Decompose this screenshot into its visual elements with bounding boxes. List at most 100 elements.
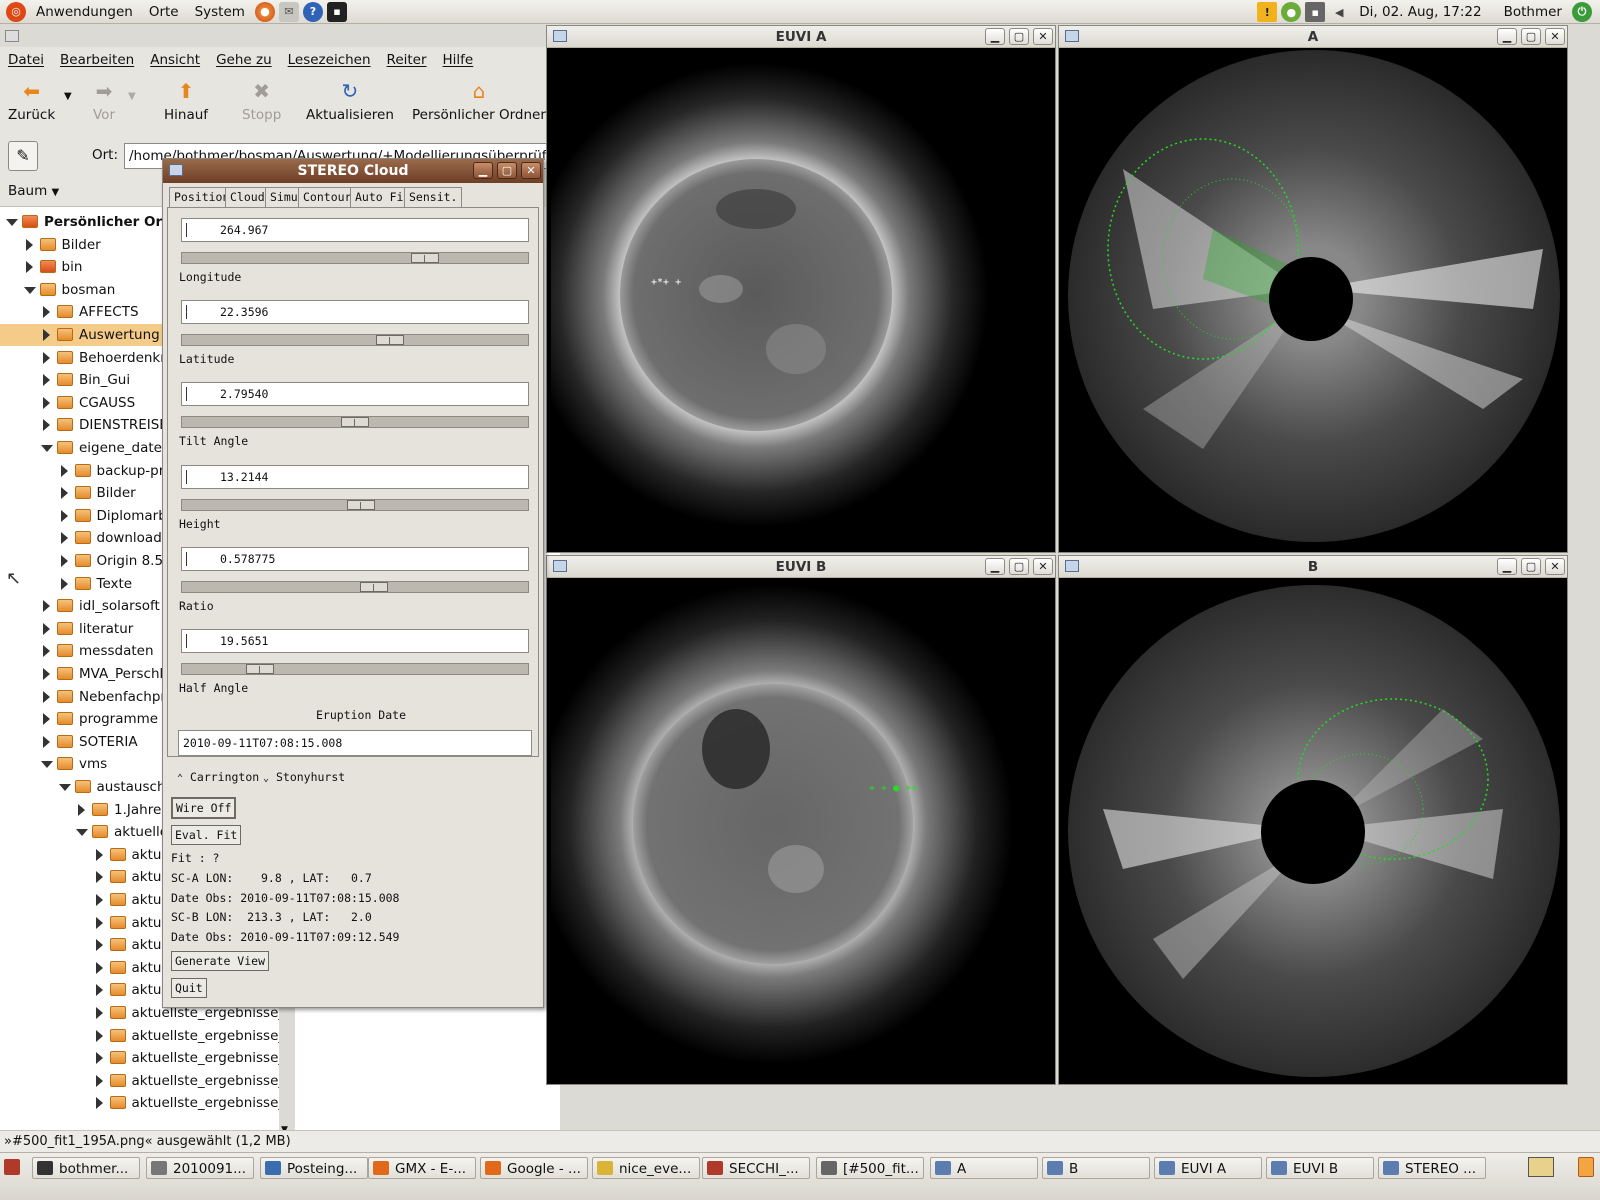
taskbar-button[interactable]: SECCHI_...	[702, 1157, 810, 1179]
param-slider[interactable]	[181, 580, 529, 593]
menu-ansicht[interactable]: Ansicht	[142, 52, 208, 68]
close-icon[interactable]: ✕	[1545, 558, 1565, 575]
taskbar-button[interactable]: STEREO ...	[1378, 1157, 1486, 1179]
menu-gehe-zu[interactable]: Gehe zu	[208, 52, 280, 68]
show-desktop-icon[interactable]	[4, 1159, 20, 1175]
expander-closed-icon[interactable]	[60, 555, 68, 567]
param-value-input[interactable]: 0.578775	[181, 546, 529, 571]
expander-closed-icon[interactable]	[43, 306, 50, 319]
close-icon[interactable]: ✕	[1545, 28, 1565, 45]
back-history-dropdown-icon[interactable]: ▼	[64, 91, 72, 102]
tree-item[interactable]: aktuellste_ergebnisse_c	[0, 1092, 300, 1114]
sidebar-mode-select[interactable]: Baum ▼	[8, 183, 59, 199]
taskbar-button[interactable]: nice_eve...	[592, 1157, 700, 1179]
param-slider[interactable]	[181, 663, 529, 675]
param-value-input[interactable]: 13.2144	[181, 464, 529, 489]
menu-lesezeichen[interactable]: Lesezeichen	[280, 52, 379, 68]
menu-bearbeiten[interactable]: Bearbeiten	[52, 52, 142, 68]
stop-button[interactable]: ✖ Stopp	[242, 79, 281, 123]
tree-item[interactable]: aktuellste_ergebnisse_r	[0, 1025, 300, 1047]
forward-history-dropdown-icon[interactable]: ▼	[128, 91, 136, 102]
expander-closed-icon[interactable]	[43, 374, 50, 387]
expander-closed-icon[interactable]	[60, 464, 68, 477]
expander-closed-icon[interactable]	[95, 871, 103, 884]
back-button[interactable]: ⬅ Zurück	[8, 79, 55, 123]
taskbar-button[interactable]: [#500_fit...	[816, 1157, 924, 1179]
expander-closed-icon[interactable]	[60, 487, 68, 500]
workspace-switcher-icon[interactable]	[1528, 1157, 1554, 1177]
window-menu-icon[interactable]	[553, 30, 567, 42]
expander-closed-icon[interactable]	[95, 961, 103, 974]
taskbar-button[interactable]: 2010091...	[146, 1157, 254, 1179]
param-slider[interactable]	[181, 498, 529, 511]
expander-closed-icon[interactable]	[43, 735, 50, 748]
tab-cloud[interactable]: Cloud	[225, 187, 270, 207]
eval-fit-button[interactable]: Eval. Fit	[171, 825, 242, 845]
taskbar-button[interactable]: Google - ...	[480, 1157, 588, 1179]
user-menu[interactable]: Bothmer	[1496, 0, 1570, 24]
param-slider[interactable]	[181, 334, 529, 347]
minimize-icon[interactable]: ▁	[1497, 558, 1517, 575]
maximize-icon[interactable]: ▢	[1521, 558, 1541, 575]
ubuntu-logo-icon[interactable]: ◎	[6, 1, 26, 22]
clock[interactable]: Di, 02. Aug, 17:22	[1351, 0, 1489, 24]
terminal-launcher-icon[interactable]: ▪	[326, 1, 347, 22]
menu-reiter[interactable]: Reiter	[379, 52, 435, 68]
param-value-input[interactable]: 19.5651	[181, 629, 529, 653]
expander-closed-icon[interactable]	[95, 848, 103, 861]
window-menu-icon[interactable]	[1065, 30, 1079, 42]
slider-thumb[interactable]	[246, 664, 274, 674]
taskbar-button[interactable]: EUVI B	[1266, 1157, 1374, 1179]
taskbar-button[interactable]: bothmer...	[32, 1157, 140, 1179]
power-icon[interactable]: ⏻	[1572, 2, 1592, 22]
display-icon[interactable]: ▪	[1305, 2, 1326, 22]
warning-icon[interactable]: !	[1257, 2, 1278, 22]
menu-applications[interactable]: Anwendungen	[28, 0, 141, 24]
quit-button[interactable]: Quit	[171, 978, 207, 998]
expander-closed-icon[interactable]	[25, 261, 33, 274]
maximize-icon[interactable]: ▢	[1009, 28, 1029, 45]
maximize-icon[interactable]: ▢	[1521, 28, 1541, 45]
expander-closed-icon[interactable]	[43, 419, 50, 432]
close-icon[interactable]: ✕	[1033, 558, 1053, 575]
expander-closed-icon[interactable]	[25, 238, 33, 251]
cor-b-titlebar[interactable]: B ▁ ▢ ✕	[1059, 556, 1567, 578]
eruption-date-input[interactable]: 2010-09-11T07:08:15.008	[178, 730, 532, 756]
euvi-b-titlebar[interactable]: EUVI B ▁ ▢ ✕	[547, 556, 1055, 578]
expander-open-icon[interactable]	[23, 286, 36, 294]
home-button[interactable]: ⌂ Persönlicher Ordner	[412, 79, 546, 123]
taskbar-button[interactable]: B	[1042, 1157, 1150, 1179]
param-value-input[interactable]: 22.3596	[181, 300, 529, 325]
expander-closed-icon[interactable]	[95, 916, 103, 929]
param-value-input[interactable]: 264.967	[181, 218, 529, 242]
taskbar-button[interactable]: EUVI A	[1154, 1157, 1262, 1179]
taskbar-button[interactable]: A	[930, 1157, 1038, 1179]
tab-sensit[interactable]: Sensit.	[404, 187, 463, 207]
carrington-radio[interactable]: ⌃ Carrington	[177, 770, 259, 784]
expander-open-icon[interactable]	[58, 784, 71, 791]
param-slider[interactable]	[181, 252, 529, 264]
close-icon[interactable]: ✕	[1033, 28, 1053, 45]
mail-launcher-icon[interactable]: ✉	[278, 1, 299, 22]
expander-closed-icon[interactable]	[43, 329, 50, 341]
menu-system[interactable]: System	[187, 0, 253, 24]
cor-a-titlebar[interactable]: A ▁ ▢ ✕	[1059, 26, 1567, 48]
expander-closed-icon[interactable]	[95, 1052, 103, 1065]
expander-closed-icon[interactable]	[43, 690, 50, 703]
slider-thumb[interactable]	[347, 499, 375, 510]
window-menu-icon[interactable]	[5, 30, 19, 42]
slider-thumb[interactable]	[341, 417, 369, 428]
expander-closed-icon[interactable]	[43, 713, 50, 726]
tab-contour[interactable]: Contour	[298, 187, 357, 207]
expander-closed-icon[interactable]	[95, 984, 103, 997]
slider-thumb[interactable]	[376, 335, 404, 346]
expander-closed-icon[interactable]	[43, 645, 50, 658]
minimize-icon[interactable]: ▁	[985, 558, 1005, 575]
window-menu-icon[interactable]	[553, 560, 567, 572]
param-slider[interactable]	[181, 416, 529, 429]
expander-closed-icon[interactable]	[60, 532, 68, 545]
expander-closed-icon[interactable]	[43, 396, 50, 409]
euvi-a-titlebar[interactable]: EUVI A ▁ ▢ ✕	[547, 26, 1055, 48]
trash-icon[interactable]	[1578, 1157, 1594, 1177]
network-icon[interactable]: ●	[1281, 2, 1302, 22]
